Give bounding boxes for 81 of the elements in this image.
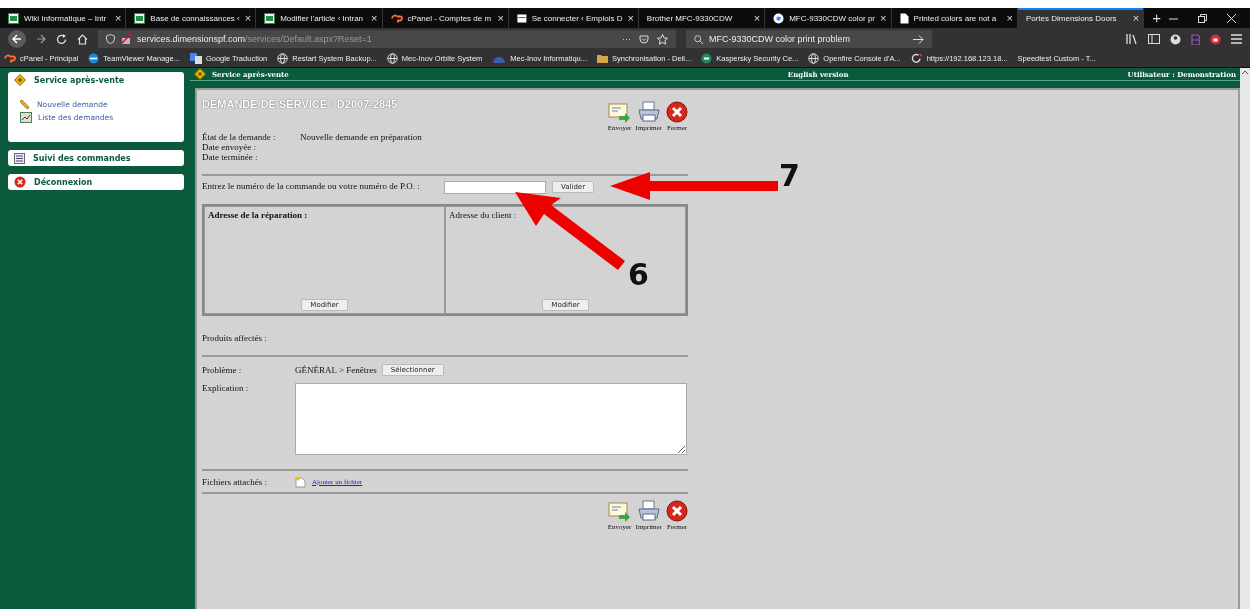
field-label: Produits affectés : — [202, 332, 268, 345]
field-value: Nouvelle demande en préparation — [300, 132, 423, 142]
extension-icon[interactable] — [1210, 33, 1221, 45]
favicon-icon — [899, 12, 909, 24]
close-icon[interactable] — [1227, 13, 1236, 23]
bookmark-icon — [701, 53, 713, 64]
header-icon — [194, 68, 206, 80]
sidebar-section-title[interactable]: Suivi des commandes — [14, 153, 178, 163]
address-bar[interactable]: services.dimensionspf.com/services/Default.aspx?Reset=1 ··· — [98, 30, 676, 48]
new-tab-button[interactable]: + — [1144, 8, 1169, 28]
tab-close-button[interactable]: × — [1006, 12, 1013, 24]
bookmark-icon — [386, 53, 398, 64]
input-field[interactable] — [444, 181, 546, 194]
bookmark-icon — [189, 53, 202, 64]
tab-close-button[interactable]: × — [1132, 12, 1140, 24]
favicon-icon — [134, 12, 146, 24]
attachment-icon — [295, 475, 306, 488]
shield-icon — [106, 34, 115, 44]
pocket-icon[interactable] — [639, 34, 649, 44]
star-icon[interactable] — [657, 33, 668, 45]
bookmark-icon — [4, 54, 16, 63]
address-label: Adresse de la réparation : — [208, 210, 308, 220]
tab-close-button[interactable]: × — [244, 12, 252, 24]
field-label: État de la demande : — [202, 132, 277, 142]
reload-icon[interactable] — [56, 33, 67, 45]
favicon-icon — [390, 13, 403, 23]
lock-warning-icon — [121, 34, 131, 44]
bookmark-icon — [88, 53, 100, 64]
search-field[interactable]: MFC-9330CDW color print problem — [686, 30, 932, 48]
back-arrow-icon — [12, 34, 22, 44]
tab-close-button[interactable]: × — [371, 12, 378, 24]
favicon-icon — [264, 12, 276, 24]
field-label: Explication : — [202, 383, 250, 393]
sidebar-section-title[interactable]: Service après-vente — [14, 75, 178, 85]
account-icon[interactable] — [1170, 33, 1181, 45]
tab-close-button[interactable]: × — [497, 12, 504, 24]
scrollbar[interactable] — [1240, 68, 1250, 609]
annotation-number: 7 — [779, 161, 800, 191]
toolbar-icon — [607, 103, 632, 123]
favicon-icon — [8, 12, 19, 24]
section-icon — [14, 152, 25, 164]
toolbar-icon — [636, 101, 661, 123]
toolbar-icon — [636, 500, 661, 522]
library-icon[interactable] — [1126, 34, 1138, 44]
favicon-icon — [516, 12, 527, 24]
scroll-up-icon[interactable] — [1240, 68, 1250, 76]
menu-icon[interactable] — [1231, 34, 1242, 44]
field-label: Date envoyée : — [202, 142, 257, 152]
restore-icon[interactable] — [1198, 13, 1207, 23]
url-text: services.dimensionspf.com/services/Default.aspx?Reset=1 — [137, 34, 372, 44]
forward-icon[interactable] — [36, 34, 46, 44]
favicon-icon — [773, 12, 785, 24]
field-label: Fichiers attachés : — [202, 476, 268, 487]
search-icon — [694, 34, 703, 44]
toolbar-icon — [607, 502, 632, 522]
tab-close-button[interactable]: × — [753, 12, 761, 24]
address-label: Adresse du client : — [449, 210, 517, 220]
field-value: GÉNÉRAL > Fenêtres — [295, 365, 377, 375]
field-label: Entrez le numéro de la commande ou votre numéro de P.O. : — [202, 181, 421, 191]
bookmark-icon — [597, 54, 608, 63]
go-arrow-icon[interactable] — [913, 34, 924, 44]
back-button[interactable] — [8, 30, 26, 48]
link-icon — [20, 99, 31, 110]
field-label: Problème : — [202, 365, 243, 375]
tab-close-button[interactable]: × — [627, 12, 634, 24]
page-actions-button[interactable]: ··· — [622, 34, 631, 44]
annotation-number: 6 — [628, 260, 649, 290]
toolbar-icon — [666, 101, 688, 123]
tab-close-button[interactable]: × — [114, 12, 122, 24]
link-icon — [20, 112, 32, 123]
bookmark-icon — [910, 53, 923, 64]
tab-close-button[interactable]: × — [880, 12, 887, 24]
sidebar-section-title[interactable]: Déconnexion — [14, 177, 178, 187]
toolbar-icon — [666, 500, 688, 522]
browser-tab[interactable]: Portes Dimensions Doors × — [1017, 8, 1145, 28]
section-icon — [14, 74, 26, 86]
bookmark-icon — [277, 53, 289, 64]
field-label: Date terminée : — [202, 152, 259, 162]
sidebar-icon[interactable] — [1148, 34, 1160, 44]
home-icon[interactable] — [77, 33, 88, 45]
bookmark-icon — [808, 53, 820, 64]
